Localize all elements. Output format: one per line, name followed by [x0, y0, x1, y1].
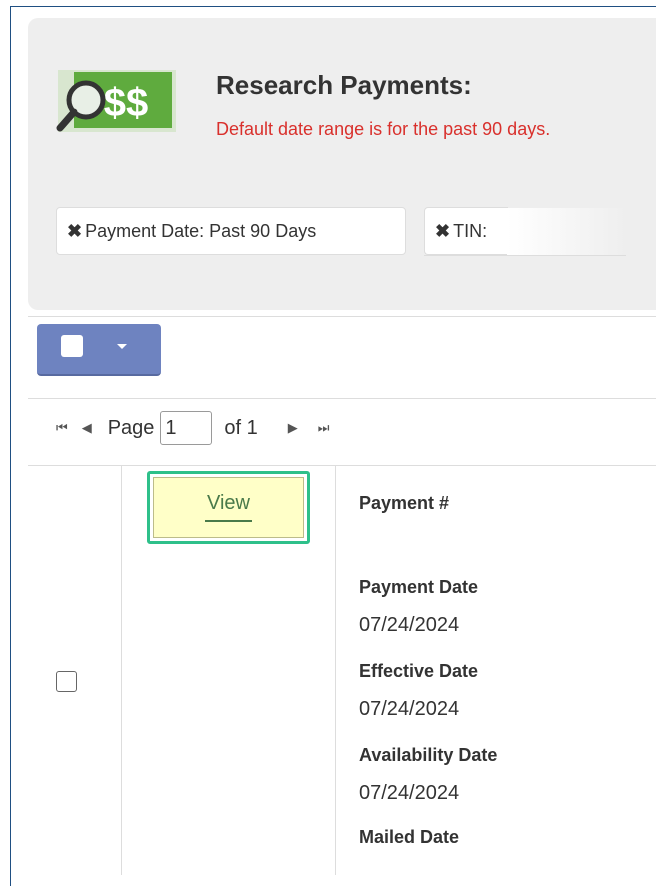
page-number-input[interactable] [160, 411, 213, 445]
field-value-payment-date: 07/24/2024 [359, 614, 460, 636]
next-page-icon[interactable]: ▶ [288, 420, 298, 436]
research-payments-logo-icon: $$ [56, 70, 176, 132]
last-page-icon[interactable]: ⏭ [318, 420, 330, 436]
filter-chip-payment-date[interactable]: ✖ Payment Date: Past 90 Days [56, 207, 406, 255]
page-label: Page [107, 416, 155, 439]
first-page-icon[interactable]: ⏮ [56, 420, 68, 436]
field-label-availability-date: Availability Date [359, 745, 498, 765]
prev-page-icon[interactable]: ◀ [82, 420, 92, 436]
view-button[interactable]: View [153, 477, 304, 538]
page-title: Research Payments: [216, 70, 472, 100]
field-value-availability-date: 07/24/2024 [359, 782, 460, 804]
remove-filter-icon[interactable]: ✖ [67, 221, 82, 242]
divider [424, 255, 626, 256]
column-divider [121, 465, 122, 875]
field-value-effective-date: 07/24/2024 [359, 698, 460, 720]
chevron-down-icon [117, 344, 127, 349]
filter-chip-tin[interactable]: ✖ TIN: [424, 207, 508, 255]
filter-chip-label: TIN: [453, 220, 488, 241]
header-panel [28, 18, 656, 310]
select-all-checkbox[interactable] [61, 335, 83, 357]
logo-text: $$ [104, 81, 149, 125]
filter-chip-tin-fade [507, 208, 627, 256]
field-label-payment-number: Payment # [359, 493, 450, 513]
view-button-highlight: View [147, 471, 310, 544]
page-count-label: of 1 [224, 416, 258, 439]
pager: ⏮ ◀ Page of 1 ▶ ⏭ [56, 411, 330, 445]
select-all-dropdown-button[interactable] [37, 324, 161, 376]
divider [28, 316, 656, 317]
page-subtitle: Default date range is for the past 90 da… [216, 119, 551, 139]
field-label-mailed-date: Mailed Date [359, 827, 460, 847]
field-label-payment-date: Payment Date [359, 577, 479, 597]
column-divider [335, 465, 336, 875]
filter-chip-label: Payment Date: Past 90 Days [85, 220, 317, 241]
view-button-label: View [205, 492, 252, 522]
remove-filter-icon[interactable]: ✖ [435, 221, 450, 242]
row-checkbox[interactable] [56, 671, 77, 692]
field-label-effective-date: Effective Date [359, 661, 479, 681]
